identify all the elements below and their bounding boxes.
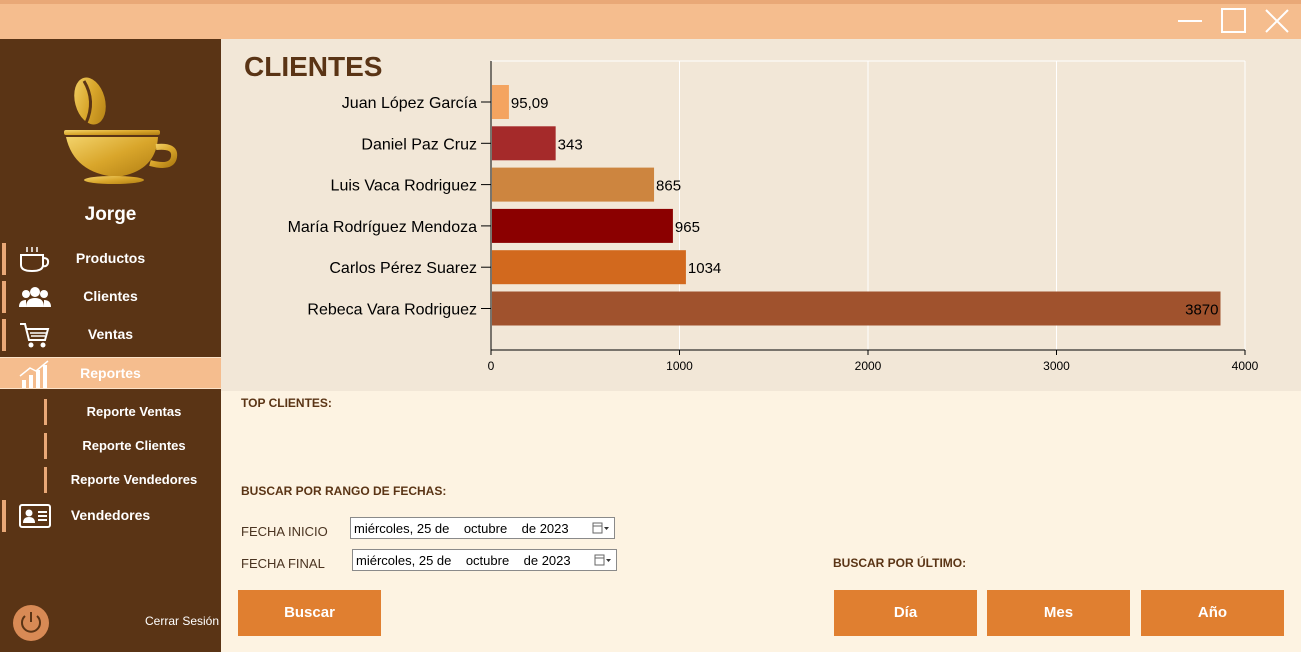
- last-period-label: BUSCAR POR ÚLTIMO:: [833, 556, 967, 570]
- data-label: 95,09: [511, 95, 549, 112]
- sidebar-item-reportes[interactable]: Reportes: [0, 357, 221, 389]
- clients-bar-chart: 0 1000 2000 3000 4000 Juan López García 95,09 D…: [288, 60, 1259, 373]
- start-date-label: FECHA INICIO: [241, 524, 328, 539]
- data-label: 1034: [688, 260, 721, 277]
- search-button[interactable]: Buscar: [238, 590, 381, 636]
- sidebar: Jorge Productos Clientes Ventas Reportes…: [0, 39, 221, 652]
- report-filters-panel: TOP CLIENTES: BUSCAR POR RANGO DE FECHAS…: [221, 391, 1301, 652]
- category-label: Daniel Paz Cruz: [361, 136, 477, 153]
- category-label: Rebeca Vara Rodriguez: [307, 302, 477, 319]
- start-date-picker[interactable]: miércoles, 25 de octubre de 2023: [350, 517, 615, 539]
- day-button[interactable]: Día: [834, 590, 977, 636]
- title-bar: [0, 0, 1301, 39]
- power-icon[interactable]: [13, 605, 49, 641]
- bar: [492, 126, 556, 161]
- subitem-label: Reporte Clientes: [82, 438, 186, 453]
- top-clients-label: TOP CLIENTES:: [241, 396, 332, 410]
- subitem-label: Reporte Ventas: [86, 404, 182, 419]
- data-label: 3870: [1185, 302, 1218, 319]
- sidebar-item-clientes[interactable]: Clientes: [0, 281, 221, 313]
- category-label: Carlos Pérez Suarez: [329, 260, 477, 277]
- end-date-label: FECHA FINAL: [241, 556, 325, 571]
- chart-panel: 0 1000 2000 3000 4000 Juan López García 95,09 D…: [221, 39, 1301, 391]
- year-button[interactable]: Año: [1141, 590, 1284, 636]
- x-tick-label: 0: [488, 359, 495, 373]
- bar: [492, 291, 1221, 326]
- bar: [492, 208, 673, 243]
- category-label: Juan López García: [342, 95, 477, 112]
- logout-link[interactable]: Cerrar Sesión: [145, 614, 219, 628]
- sidebar-item-productos[interactable]: Productos: [0, 243, 221, 275]
- bar: [492, 250, 686, 285]
- sidebar-item-vendedores[interactable]: Vendedores: [0, 500, 221, 532]
- data-label: 965: [675, 219, 700, 236]
- date-range-label: BUSCAR POR RANGO DE FECHAS:: [241, 484, 447, 498]
- sidebar-item-label: Productos: [75, 250, 146, 266]
- data-label: 865: [656, 178, 681, 195]
- category-label: María Rodríguez Mendoza: [288, 219, 478, 236]
- month-button[interactable]: Mes: [987, 590, 1130, 636]
- calendar-dropdown-icon[interactable]: [592, 522, 610, 535]
- category-label: Luis Vaca Rodriguez: [331, 178, 477, 195]
- sidebar-item-label: Reportes: [80, 365, 141, 381]
- maximize-icon[interactable]: [1219, 6, 1249, 36]
- sidebar-item-label: Ventas: [87, 326, 134, 342]
- calendar-dropdown-icon[interactable]: [594, 554, 612, 567]
- sidebar-item-label: Clientes: [83, 288, 138, 304]
- sidebar-item-label: Vendedores: [70, 507, 151, 523]
- bar: [492, 85, 509, 119]
- minimize-icon[interactable]: [1176, 6, 1206, 36]
- end-date-value: miércoles, 25 de octubre de 2023: [356, 553, 571, 568]
- start-date-value: miércoles, 25 de octubre de 2023: [354, 521, 569, 536]
- x-tick-label: 4000: [1232, 359, 1259, 373]
- subitem-reporte-ventas[interactable]: Reporte Ventas: [44, 399, 221, 425]
- sidebar-item-ventas[interactable]: Ventas: [0, 319, 221, 351]
- x-tick-label: 2000: [855, 359, 882, 373]
- bar: [492, 167, 655, 202]
- close-icon[interactable]: [1262, 6, 1292, 36]
- title-bar-strip: [0, 0, 1301, 4]
- username-label: Jorge: [84, 204, 137, 225]
- subitem-reporte-vendedores[interactable]: Reporte Vendedores: [44, 467, 221, 493]
- chart-title: CLIENTES: [244, 51, 383, 82]
- subitem-reporte-clientes[interactable]: Reporte Clientes: [44, 433, 221, 459]
- subitem-label: Reporte Vendedores: [70, 472, 198, 487]
- data-label: 343: [558, 136, 583, 153]
- end-date-picker[interactable]: miércoles, 25 de octubre de 2023: [352, 549, 617, 571]
- x-tick-label: 3000: [1043, 359, 1070, 373]
- coffee-logo-icon: [60, 77, 180, 187]
- x-tick-label: 1000: [666, 359, 693, 373]
